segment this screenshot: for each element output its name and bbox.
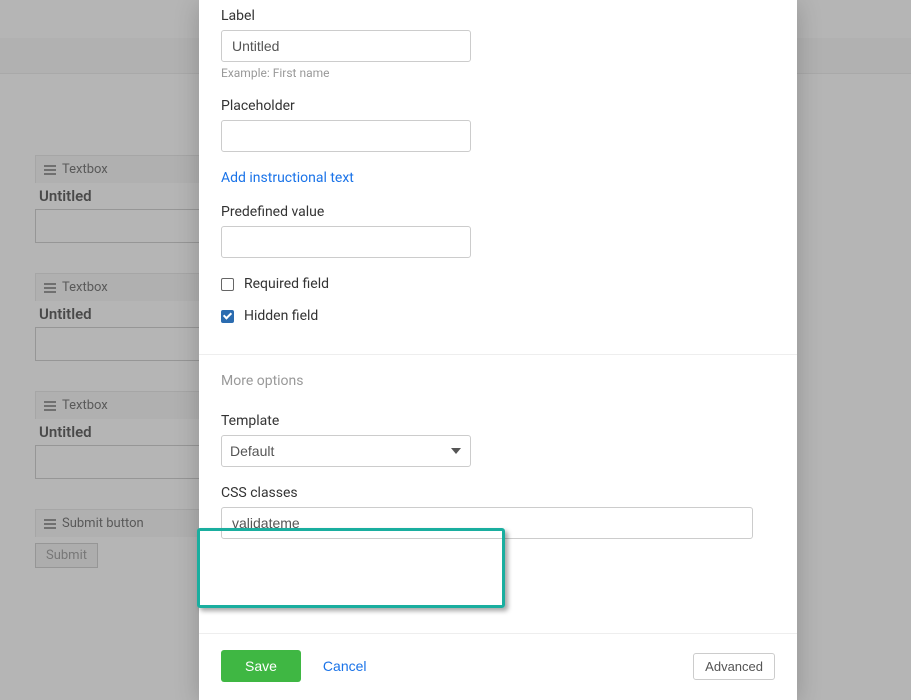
placeholder-group: Placeholder <box>221 98 775 152</box>
cancel-button[interactable]: Cancel <box>323 658 367 674</box>
instructional-text-row: Add instructional text <box>221 170 775 186</box>
placeholder-field-label: Placeholder <box>221 98 775 114</box>
builder-block-type: Textbox <box>62 398 108 413</box>
placeholder-input[interactable] <box>221 120 471 152</box>
template-group: Template Default <box>221 413 775 467</box>
modal-footer: Save Cancel Advanced <box>199 633 797 700</box>
template-select[interactable]: Default <box>221 435 471 467</box>
required-checkbox-row[interactable]: Required field <box>221 276 775 292</box>
hidden-checkbox[interactable] <box>221 310 234 323</box>
save-button[interactable]: Save <box>221 650 301 682</box>
label-input[interactable] <box>221 30 471 62</box>
required-checkbox[interactable] <box>221 278 234 291</box>
builder-submit-preview[interactable]: Submit <box>35 543 98 568</box>
template-field-label: Template <box>221 413 775 429</box>
add-instructional-text-link[interactable]: Add instructional text <box>221 170 354 186</box>
field-settings-modal: Label Example: First name Placeholder Ad… <box>199 0 797 700</box>
required-label: Required field <box>244 276 329 292</box>
css-classes-input[interactable] <box>221 507 753 539</box>
predefined-group: Predefined value <box>221 204 775 258</box>
drag-icon[interactable] <box>44 165 56 175</box>
label-group: Label Example: First name <box>221 8 775 80</box>
advanced-button[interactable]: Advanced <box>693 653 775 680</box>
css-classes-field-label: CSS classes <box>221 485 775 501</box>
builder-block-type: Textbox <box>62 162 108 177</box>
builder-block-type: Submit button <box>62 516 144 531</box>
divider <box>199 354 797 355</box>
template-select-wrap: Default <box>221 435 471 467</box>
modal-body: Label Example: First name Placeholder Ad… <box>199 0 797 633</box>
drag-icon[interactable] <box>44 283 56 293</box>
drag-icon[interactable] <box>44 401 56 411</box>
label-example-text: Example: First name <box>221 66 775 80</box>
predefined-input[interactable] <box>221 226 471 258</box>
predefined-field-label: Predefined value <box>221 204 775 220</box>
hidden-label: Hidden field <box>244 308 318 324</box>
css-classes-group: CSS classes <box>221 485 775 539</box>
label-field-label: Label <box>221 8 775 24</box>
more-options-heading: More options <box>221 373 775 389</box>
drag-icon[interactable] <box>44 519 56 529</box>
hidden-checkbox-row[interactable]: Hidden field <box>221 308 775 324</box>
builder-block-type: Textbox <box>62 280 108 295</box>
